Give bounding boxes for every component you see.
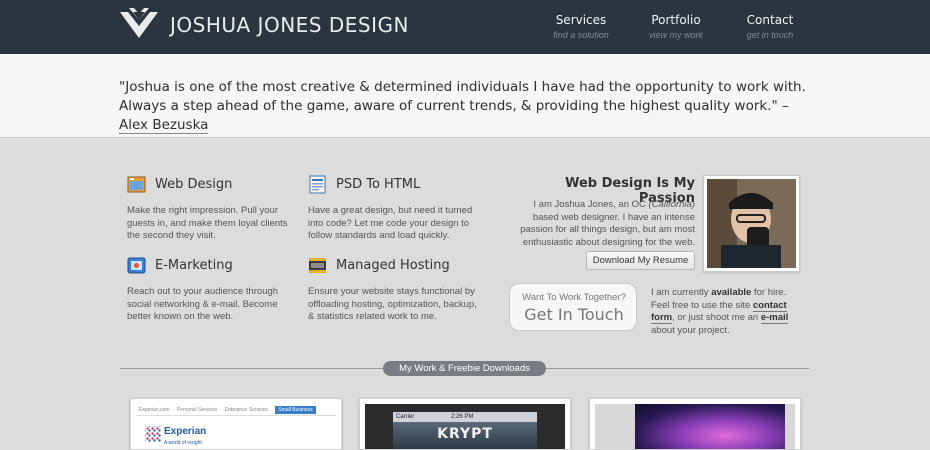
nav-portfolio-sub: view my work (648, 30, 703, 40)
service-web-design: Web Design Make the right impression. Pu… (127, 174, 297, 243)
get-in-touch-button[interactable]: Want To Work Together? Get In Touch (509, 283, 637, 331)
nav-services-sub: find a solution (553, 30, 609, 40)
service-title: E-Marketing (155, 257, 233, 273)
nav-services-label: Services (555, 13, 607, 27)
passion-description: I am Joshua Jones, an OC (California) ba… (508, 199, 695, 249)
desktop-screenshot (595, 404, 795, 449)
hire-text-a: I am currently (651, 287, 712, 298)
thumb-nav-item: Small Business (275, 406, 316, 414)
nav-contact-sub: get in touch (746, 30, 794, 40)
thumb-nav-item: Experian.com (139, 407, 170, 413)
service-e-marketing: E-Marketing Reach out to your audience t… (127, 255, 297, 324)
testimonial-author[interactable]: Alex Bezuska (119, 117, 209, 134)
download-resume-button[interactable]: Download My Resume (586, 251, 695, 270)
email-link[interactable]: e-mail (760, 312, 789, 324)
service-psd-to-html: PSD To HTML Have a great design, but nee… (308, 174, 478, 243)
service-title: Managed Hosting (336, 257, 450, 273)
service-title: PSD To HTML (336, 176, 421, 192)
testimonial-text: "Joshua is one of the most creative & de… (119, 79, 806, 114)
service-description: Make the right impression. Pull your gue… (127, 205, 288, 241)
experian-logo-icon (145, 426, 161, 442)
service-description: Have a great design, but need it turned … (308, 205, 473, 241)
thumb-nav-item: Personal Services (176, 407, 218, 413)
person-photo-icon (707, 179, 796, 268)
hire-availability-text: I am currently available for hire. Feel … (651, 287, 801, 337)
service-managed-hosting: Managed Hosting Ensure your website stay… (308, 255, 478, 324)
phone-status-bar: Carrier 2:26 PM (393, 412, 537, 422)
profile-photo-image (707, 179, 796, 268)
phone-time: 2:26 PM (451, 414, 474, 420)
get-in-touch-prompt: Want To Work Together? (522, 292, 626, 303)
desktop-wallpaper (635, 404, 785, 449)
portfolio-thumb-krypt[interactable]: Carrier 2:26 PM KRYPT (359, 398, 571, 450)
phone-screenshot: Carrier 2:26 PM KRYPT (365, 404, 565, 449)
thumb-site-nav: Experian.com Personal Services Enterpris… (136, 404, 336, 416)
logo-mark-icon (120, 8, 158, 38)
hire-text-c: , or just shoot me an (672, 312, 761, 323)
psd-to-html-icon (309, 175, 326, 193)
get-in-touch-label: Get In Touch (524, 305, 624, 324)
service-title: Web Design (155, 176, 233, 192)
web-design-icon (127, 176, 146, 192)
phone-carrier: Carrier (396, 414, 415, 420)
service-description: Reach out to your audience through socia… (127, 286, 279, 322)
e-marketing-icon (127, 257, 146, 273)
hire-text-d: about your project. (651, 324, 730, 336)
managed-hosting-icon (309, 257, 326, 273)
passion-text-italic: (California) (648, 199, 695, 210)
portfolio-thumb-desktop[interactable] (589, 398, 801, 450)
thumb-tagline: A world of insight (164, 440, 202, 446)
nav-portfolio[interactable]: Portfolio view my work (646, 13, 706, 40)
hire-available: available (711, 287, 752, 298)
site-logo[interactable]: JOSHUA JONES DESIGN (118, 8, 409, 42)
phone-app-title: KRYPT (437, 426, 493, 442)
portfolio-thumb-experian[interactable]: Experian.com Personal Services Enterpris… (130, 398, 342, 450)
nav-portfolio-label: Portfolio (651, 13, 701, 27)
nav-contact[interactable]: Contact get in touch (740, 13, 800, 40)
nav-services[interactable]: Services find a solution (553, 13, 609, 40)
testimonial-band: "Joshua is one of the most creative & de… (0, 54, 930, 138)
profile-photo (703, 175, 800, 272)
site-header: JOSHUA JONES DESIGN Services find a solu… (0, 0, 930, 54)
section-heading-pill: My Work & Freebie Downloads (383, 361, 546, 376)
thumb-logo-text: Experian (164, 426, 207, 437)
logo-text: JOSHUA JONES DESIGN (170, 13, 409, 37)
thumb-nav-item: Enterprise Services (224, 407, 269, 413)
nav-contact-label: Contact (746, 13, 794, 27)
service-description: Ensure your website stays functional by … (308, 286, 477, 322)
passion-text-a: I am Joshua Jones, an OC (533, 199, 649, 210)
passion-text-b: based web designer. I have an intense pa… (520, 211, 695, 248)
testimonial-quote: "Joshua is one of the most creative & de… (119, 78, 819, 135)
